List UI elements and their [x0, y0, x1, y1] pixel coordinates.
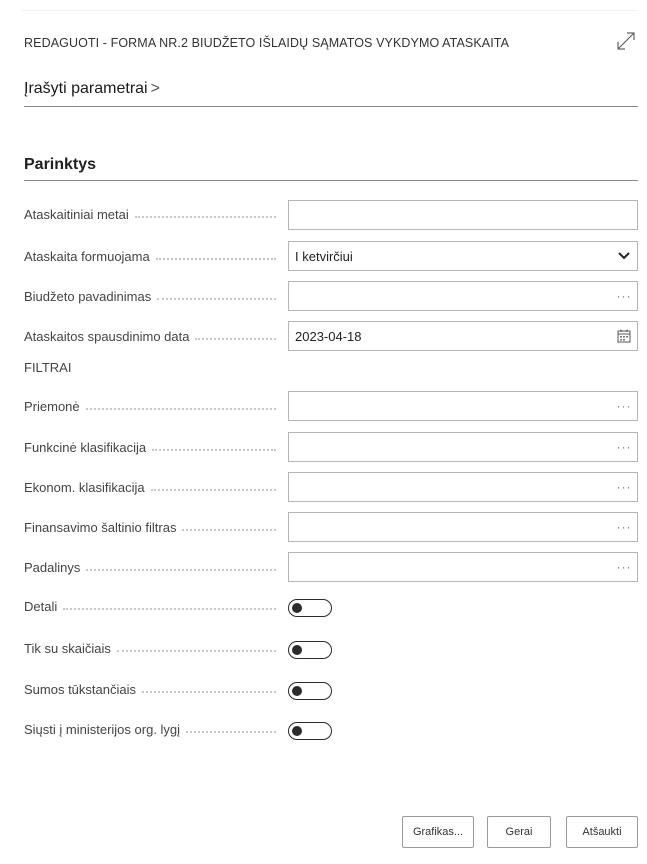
- lookup-ellipsis-icon[interactable]: ···: [611, 553, 637, 581]
- budget-name-label: Biudžeto pavadinimas: [24, 289, 280, 304]
- details-toggle[interactable]: [288, 599, 332, 617]
- funding-source-input[interactable]: ···: [288, 512, 638, 542]
- budget-name-input[interactable]: ···: [288, 281, 638, 311]
- economic-classification-label: Ekonom. klasifikacija: [24, 480, 280, 495]
- report-formed-select[interactable]: I ketvirčiui: [288, 241, 638, 271]
- details-label: Detali: [24, 599, 280, 614]
- report-request-dialog: REDAGUOTI - FORMA NR.2 BIUDŽETO IŠLAIDŲ …: [0, 0, 647, 864]
- schedule-button[interactable]: Grafikas...: [402, 816, 474, 848]
- ministry-toggle[interactable]: [288, 722, 332, 740]
- record-params-label: Įrašyti parametrai: [24, 80, 148, 97]
- only-numbers-label: Tik su skaičiais: [24, 641, 280, 656]
- department-label: Padalinys: [24, 560, 280, 575]
- thousands-toggle[interactable]: [288, 682, 332, 700]
- section-title: Parinktys: [24, 156, 97, 173]
- measure-input[interactable]: ···: [288, 391, 638, 421]
- functional-classification-input[interactable]: ···: [288, 432, 638, 462]
- economic-classification-input[interactable]: ···: [288, 472, 638, 502]
- filters-heading: FILTRAI: [24, 360, 72, 375]
- lookup-ellipsis-icon[interactable]: ···: [611, 473, 637, 501]
- divider: [24, 180, 638, 181]
- report-formed-label: Ataskaita formuojama: [24, 249, 280, 264]
- expand-icon[interactable]: [614, 29, 638, 53]
- record-params-toggle[interactable]: Įrašyti parametrai >: [24, 80, 160, 98]
- chevron-down-icon[interactable]: [611, 242, 637, 270]
- dialog-title: REDAGUOTI - FORMA NR.2 BIUDŽETO IŠLAIDŲ …: [24, 36, 510, 50]
- lookup-ellipsis-icon[interactable]: ···: [611, 513, 637, 541]
- measure-label: Priemonė: [24, 399, 280, 414]
- department-input[interactable]: ···: [288, 552, 638, 582]
- lookup-ellipsis-icon[interactable]: ···: [611, 433, 637, 461]
- ministry-label: Siųsti į ministerijos org. lygį: [24, 722, 280, 737]
- functional-classification-label: Funkcinė klasifikacija: [24, 440, 280, 455]
- lookup-ellipsis-icon[interactable]: ···: [611, 282, 637, 310]
- cancel-button[interactable]: Atšaukti: [566, 816, 638, 848]
- only-numbers-toggle[interactable]: [288, 641, 332, 659]
- chevron-right-icon: >: [150, 80, 160, 97]
- top-border: [22, 10, 638, 11]
- report-year-label: Ataskaitiniai metai: [24, 207, 280, 222]
- print-date-input[interactable]: 2023-04-18: [288, 321, 638, 351]
- print-date-label: Ataskaitos spausdinimo data: [24, 329, 280, 344]
- ok-button[interactable]: Gerai: [487, 816, 551, 848]
- lookup-ellipsis-icon[interactable]: ···: [611, 392, 637, 420]
- report-year-input[interactable]: [288, 200, 638, 230]
- calendar-icon[interactable]: [611, 322, 637, 350]
- funding-source-label: Finansavimo šaltinio filtras: [24, 520, 280, 535]
- divider: [24, 106, 638, 107]
- thousands-label: Sumos tūkstančiais: [24, 682, 280, 697]
